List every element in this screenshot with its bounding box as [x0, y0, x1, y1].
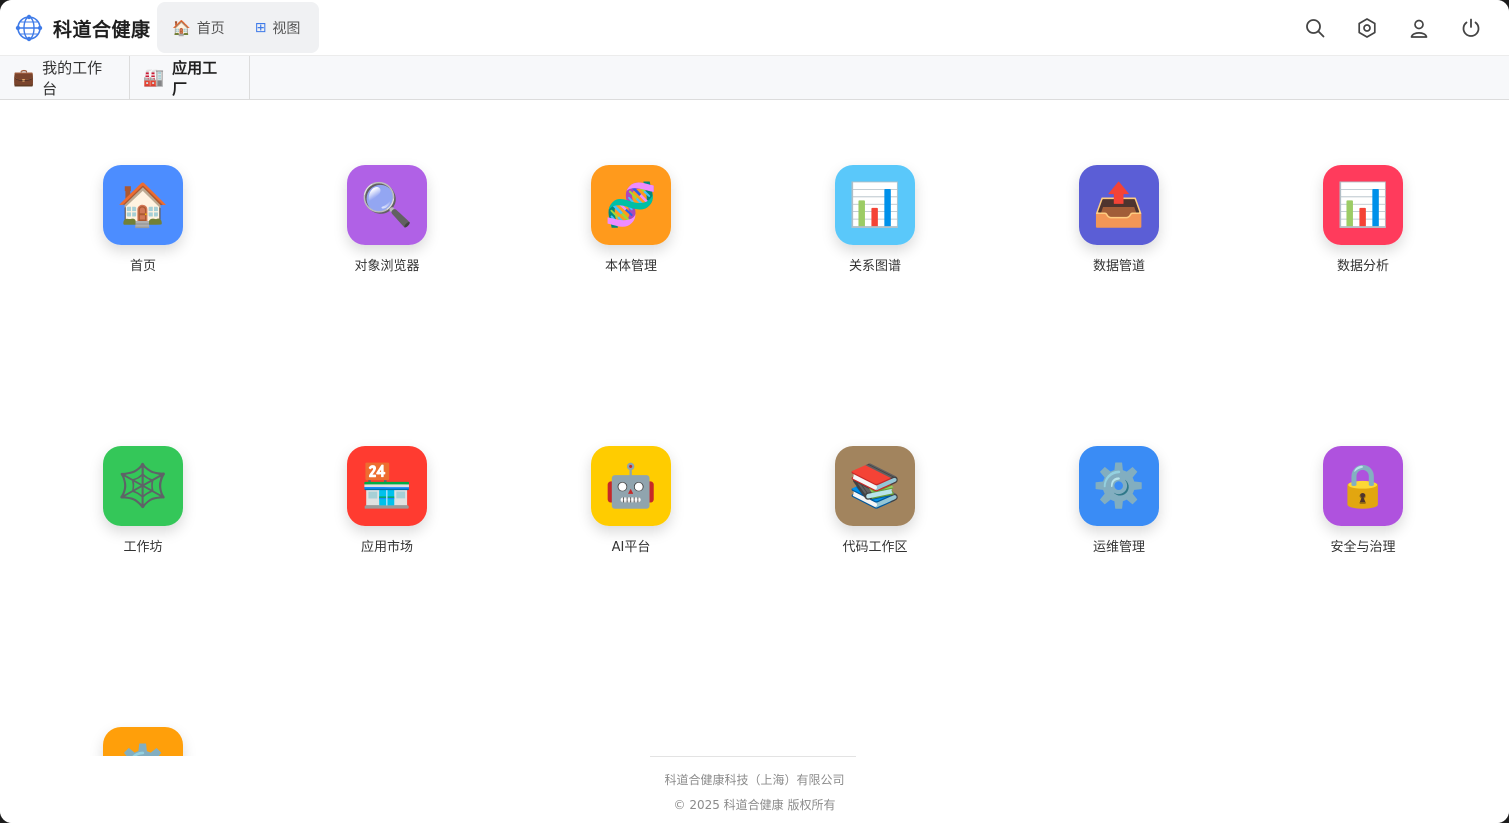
app-grid: 🏠 首页 🔍 对象浏览器 🧬 本体管理 📊 关系图谱 📤 数据管道 📊 数据分析 🕸️ 工作坊 🏪 应用市场 🤖… [0, 100, 1509, 756]
tab-app-factory[interactable]: 🏭 应用工厂 [130, 56, 250, 100]
books-icon: 📚 [835, 446, 915, 526]
power-icon[interactable] [1460, 17, 1482, 39]
app-tile-security[interactable]: 🔒 安全与治理 [1303, 446, 1423, 556]
app-label: AI平台 [611, 540, 651, 555]
app-label: 应用市场 [360, 540, 413, 555]
footer-company: 科道合健康科技（上海）有限公司 [664, 773, 845, 787]
app-tile-ai-platform[interactable]: 🤖 AI平台 [571, 446, 691, 556]
footer: 科道合健康科技（上海）有限公司 © 2025 科道合健康 版权所有 [0, 756, 1509, 823]
top-nav: 🏠 首页 ⊞ 视图 [157, 2, 319, 53]
app-tile-object-browser[interactable]: 🔍 对象浏览器 [327, 165, 447, 275]
app-tile-ops[interactable]: ⚙️ 运维管理 [1059, 446, 1179, 556]
magnifier-icon: 🔍 [347, 165, 427, 245]
app-tile-app-market[interactable]: 🏪 应用市场 [327, 446, 447, 556]
app-tile-code-workspace[interactable]: 📚 代码工作区 [815, 446, 935, 556]
user-icon[interactable] [1408, 17, 1430, 39]
briefcase-icon: 💼 [13, 68, 35, 88]
home-icon: 🏠 [172, 18, 191, 37]
outbox-icon: 📤 [1079, 165, 1159, 245]
app-tile-workshop[interactable]: 🕸️ 工作坊 [83, 446, 203, 556]
app-label: 安全与治理 [1330, 540, 1396, 555]
gear-icon: ⚙️ [1079, 446, 1159, 526]
web-icon: 🕸️ [103, 446, 183, 526]
store-icon: 🏪 [347, 446, 427, 526]
bar-chart-icon: 📊 [1323, 165, 1403, 245]
topnav-home[interactable]: 🏠 首页 [172, 18, 225, 38]
brand[interactable]: 科道合健康 [14, 12, 151, 44]
globe-network-icon [15, 14, 43, 42]
factory-icon: 🏭 [143, 68, 165, 88]
app-label: 代码工作区 [842, 540, 908, 555]
app-tile-data-analysis[interactable]: 📊 数据分析 [1303, 165, 1423, 275]
app-label: 本体管理 [604, 259, 657, 274]
app-tile-ontology[interactable]: 🧬 本体管理 [571, 165, 691, 275]
top-header: 科道合健康 🏠 首页 ⊞ 视图 [0, 0, 1509, 56]
header-actions [1274, 17, 1482, 39]
search-icon[interactable] [1304, 17, 1326, 39]
bar-chart-icon: 📊 [835, 165, 915, 245]
tab-bar: 💼 我的工作台 🏭 应用工厂 [0, 56, 1509, 100]
dna-icon: 🧬 [591, 165, 671, 245]
gear-icon: ⚙️ [103, 727, 183, 756]
tab-label: 应用工厂 [172, 59, 218, 98]
topnav-view-label: 视图 [272, 20, 301, 37]
tab-label: 我的工作台 [42, 59, 103, 98]
app-tile-relation-graph[interactable]: 📊 关系图谱 [815, 165, 935, 275]
topnav-home-label: 首页 [196, 20, 225, 37]
topnav-view[interactable]: ⊞ 视图 [255, 18, 301, 38]
settings-icon[interactable] [1356, 17, 1378, 39]
grid-icon: ⊞ [254, 19, 267, 36]
app-tile-extra[interactable]: ⚙️ [83, 727, 203, 756]
app-tile-data-pipeline[interactable]: 📤 数据管道 [1059, 165, 1179, 275]
app-label: 工作坊 [123, 540, 163, 555]
app-tile-home[interactable]: 🏠 首页 [83, 165, 203, 275]
robot-icon: 🤖 [591, 446, 671, 526]
app-label: 关系图谱 [848, 259, 901, 274]
app-label: 运维管理 [1092, 540, 1145, 555]
app-label: 数据分析 [1336, 259, 1389, 274]
app-window: 科道合健康 🏠 首页 ⊞ 视图 💼 我的工作台 🏭 应用工厂 🏠 首页 🔍 对象… [0, 0, 1509, 823]
app-label: 首页 [129, 259, 156, 274]
tab-my-workbench[interactable]: 💼 我的工作台 [0, 56, 130, 100]
app-label: 对象浏览器 [354, 259, 420, 274]
footer-copyright: © 2025 科道合健康 版权所有 [673, 798, 836, 812]
lock-icon: 🔒 [1323, 446, 1403, 526]
app-label: 数据管道 [1092, 259, 1145, 274]
house-icon: 🏠 [103, 165, 183, 245]
brand-name: 科道合健康 [53, 18, 151, 41]
footer-divider [650, 756, 856, 757]
